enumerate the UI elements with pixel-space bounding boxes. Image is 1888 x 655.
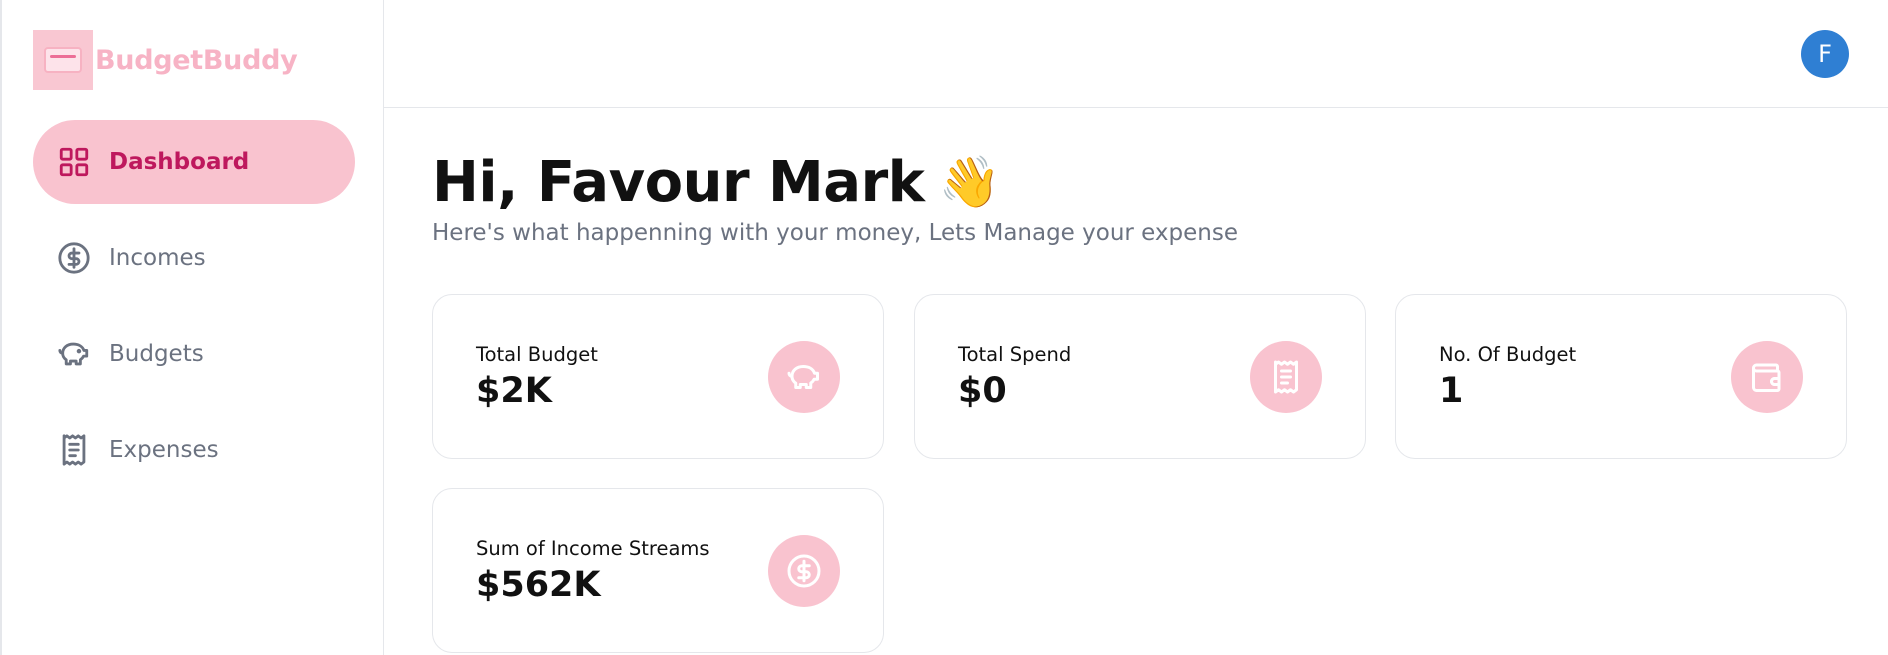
sidebar-item-expenses[interactable]: Expenses bbox=[33, 408, 355, 492]
dollar-circle-icon bbox=[57, 241, 91, 275]
wallet-logo-icon bbox=[33, 30, 93, 90]
card-label: Total Spend bbox=[958, 343, 1072, 366]
dollar-circle-icon bbox=[768, 535, 840, 607]
total-spend-card: Total Spend $0 bbox=[914, 294, 1366, 459]
waving-hand-icon: 👋 bbox=[938, 153, 1001, 211]
greeting-text: Hi, Favour Mark bbox=[432, 150, 925, 215]
sidebar-item-incomes[interactable]: Incomes bbox=[33, 216, 355, 300]
sidebar: BudgetBuddy Dashboard Incomes Budgets Ex… bbox=[0, 0, 384, 655]
income-streams-card: Sum of Income Streams $562K bbox=[432, 488, 884, 653]
receipt-icon bbox=[1250, 341, 1322, 413]
wallet-icon bbox=[1731, 341, 1803, 413]
piggy-bank-icon bbox=[57, 337, 91, 371]
card-value: $0 bbox=[958, 371, 1007, 411]
sidebar-item-label: Dashboard bbox=[109, 149, 250, 175]
avatar[interactable]: F bbox=[1801, 30, 1849, 78]
brand-name: BudgetBuddy bbox=[95, 44, 298, 76]
brand-logo[interactable]: BudgetBuddy bbox=[33, 30, 298, 90]
sidebar-item-label: Budgets bbox=[109, 341, 204, 367]
card-value: $562K bbox=[476, 565, 601, 605]
top-bar: F bbox=[384, 0, 1888, 108]
sidebar-item-dashboard[interactable]: Dashboard bbox=[33, 120, 355, 204]
card-label: Sum of Income Streams bbox=[476, 537, 710, 560]
sidebar-item-budgets[interactable]: Budgets bbox=[33, 312, 355, 396]
sidebar-item-label: Expenses bbox=[109, 437, 219, 463]
card-label: Total Budget bbox=[476, 343, 598, 366]
grid-icon bbox=[57, 145, 91, 179]
page-subtitle: Here's what happenning with your money, … bbox=[432, 220, 1238, 246]
piggy-bank-icon bbox=[768, 341, 840, 413]
receipt-icon bbox=[57, 433, 91, 467]
sidebar-item-label: Incomes bbox=[109, 245, 206, 271]
card-value: $2K bbox=[476, 371, 552, 411]
total-budget-card: Total Budget $2K bbox=[432, 294, 884, 459]
card-label: No. Of Budget bbox=[1439, 343, 1577, 366]
card-value: 1 bbox=[1439, 371, 1464, 411]
budget-count-card: No. Of Budget 1 bbox=[1395, 294, 1847, 459]
page-title: Hi, Favour Mark 👋 bbox=[432, 150, 1001, 215]
